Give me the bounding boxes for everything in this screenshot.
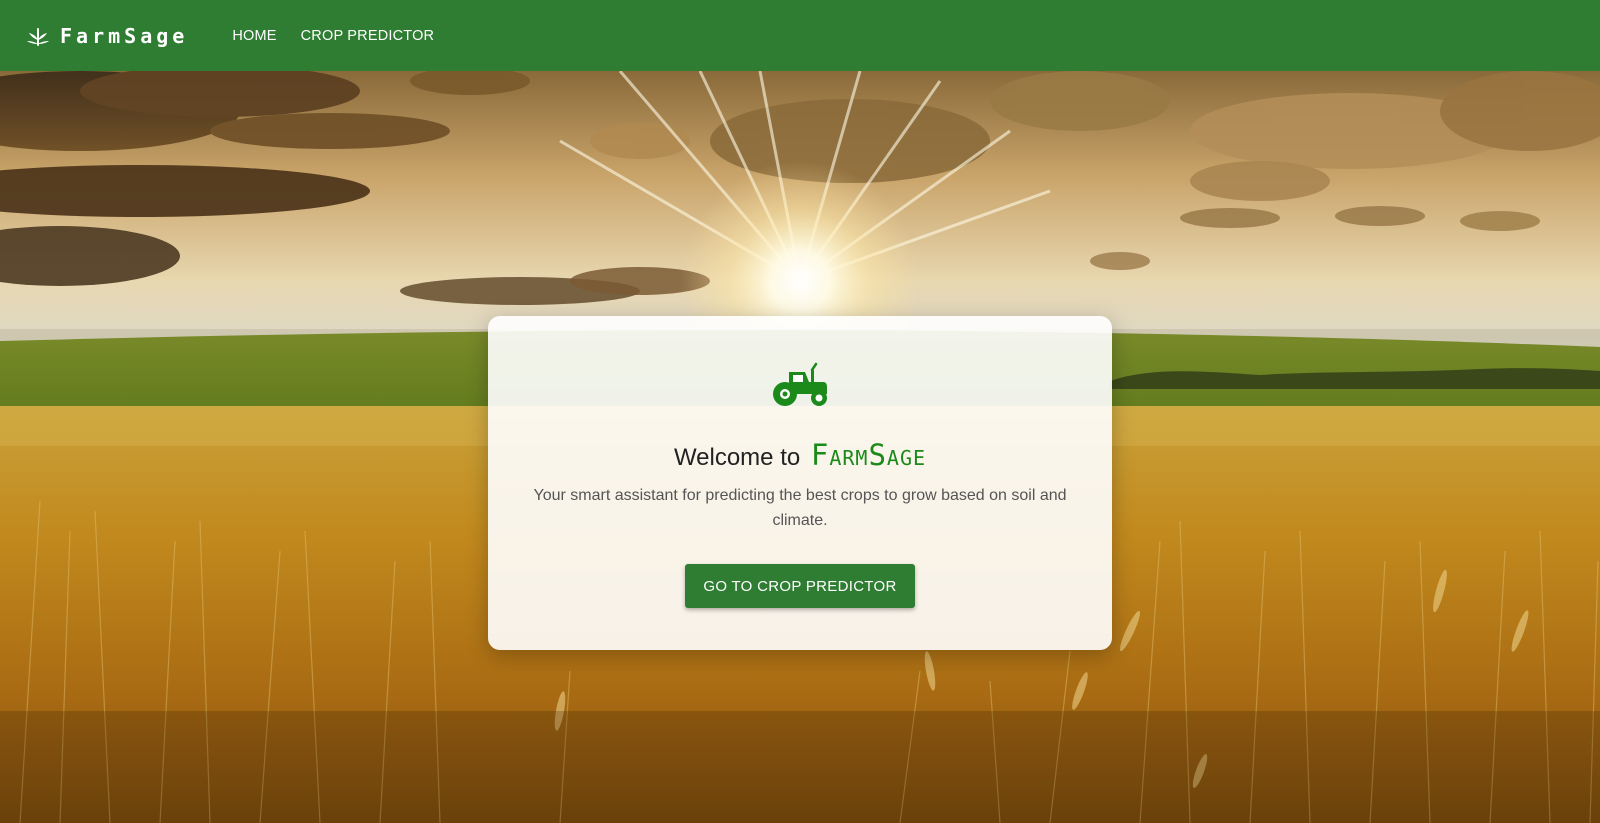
brand-link[interactable]: FarmSage	[26, 24, 188, 48]
welcome-title-brand: FarmSage	[810, 438, 927, 472]
go-to-crop-predictor-button[interactable]: GO TO CROP PREDICTOR	[685, 564, 915, 608]
welcome-title-prefix: Welcome to	[673, 444, 801, 471]
nav-links: HOME CROP PREDICTOR	[232, 28, 434, 44]
brand-name: FarmSage	[60, 23, 189, 48]
welcome-description: Your smart assistant for predicting the …	[533, 487, 1067, 529]
tractor-icon	[773, 362, 827, 406]
nav-crop-predictor[interactable]: CROP PREDICTOR	[301, 28, 435, 44]
nav-home[interactable]: HOME	[232, 28, 276, 44]
welcome-card: Welcome to FarmSage Your smart assistant…	[488, 316, 1112, 650]
navbar: FarmSage HOME CROP PREDICTOR	[0, 0, 1600, 71]
sprout-icon	[27, 27, 49, 46]
welcome-title: Welcome to FarmSage	[488, 438, 1112, 472]
